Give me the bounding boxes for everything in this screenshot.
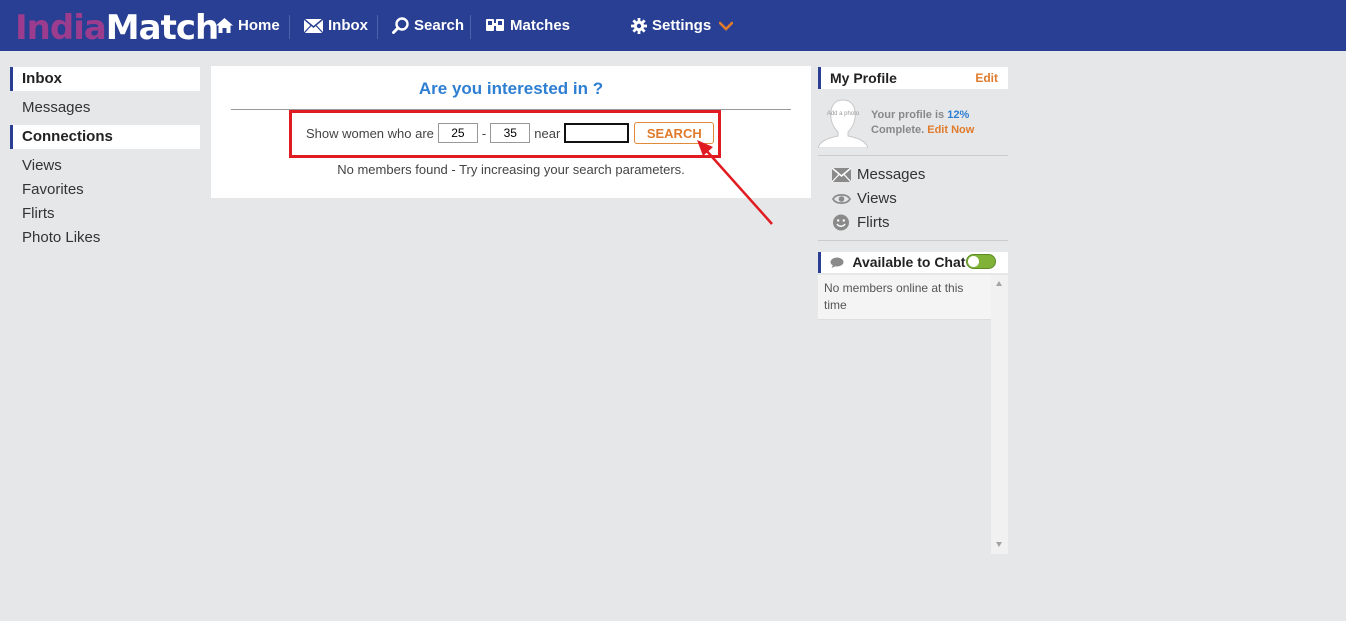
profile-link-messages-label: Messages: [857, 166, 926, 183]
annotation-arrow: [697, 140, 773, 225]
profile-link-views[interactable]: Views: [832, 190, 897, 207]
smiley-icon: [833, 214, 849, 231]
profile-link-flirts[interactable]: Flirts: [832, 214, 890, 231]
toggle-knob: [968, 256, 979, 267]
chat-title: Available to Chat: [852, 254, 966, 270]
chat-scrollbar[interactable]: [991, 275, 1008, 554]
profile-link-flirts-label: Flirts: [857, 214, 890, 231]
scroll-up-arrow-icon[interactable]: [996, 281, 1002, 286]
profile-text-2: Complete.: [871, 124, 925, 136]
profile-text-1: Your profile is: [871, 109, 945, 121]
chat-members-list: No members online at this time: [818, 275, 991, 320]
profile-completion: Your profile is 12% Complete. Edit Now: [871, 108, 974, 138]
envelope-icon: [832, 167, 851, 182]
avatar-label: Add a photo: [827, 111, 860, 117]
chat-empty-message: No members online at this time: [824, 281, 964, 312]
profile-percent: 12%: [947, 109, 970, 121]
my-profile-title: My Profile: [830, 70, 897, 86]
profile-link-messages[interactable]: Messages: [832, 166, 925, 183]
eye-icon: [832, 193, 851, 204]
chat-bubble-icon: [830, 257, 844, 268]
divider: [818, 240, 1008, 241]
edit-profile-link[interactable]: Edit: [975, 67, 998, 89]
profile-link-views-label: Views: [857, 190, 897, 207]
avatar[interactable]: Add a photo: [818, 98, 868, 148]
scroll-down-arrow-icon[interactable]: [996, 542, 1002, 547]
edit-now-link[interactable]: Edit Now: [927, 124, 974, 136]
my-profile-header: My Profile Edit: [818, 67, 1008, 89]
chat-availability-toggle[interactable]: [966, 254, 996, 269]
divider: [818, 155, 1008, 156]
